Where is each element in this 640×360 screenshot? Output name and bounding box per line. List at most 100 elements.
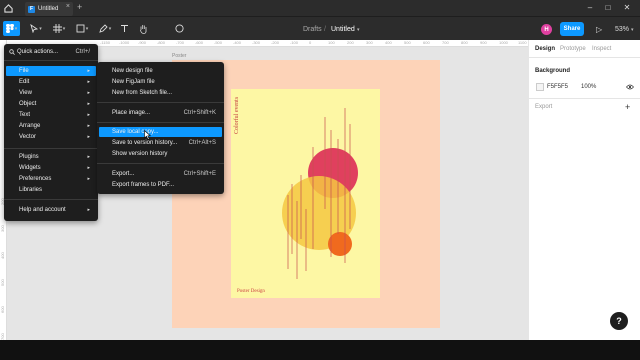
submenu-arrow-icon: ▸ [87,101,90,107]
minimize-icon[interactable]: – [585,3,595,12]
menu-item-export[interactable]: Export... Ctrl+Shift+E [99,169,222,179]
hand-icon [139,24,146,34]
ruler-tick-label: -600 [195,40,204,45]
ruler-tick-label: 0 [309,40,312,45]
menu-item-new-design-file[interactable]: New design file [99,66,222,76]
ruler-tick-label: 500 [404,40,411,45]
close-window-icon[interactable]: ✕ [622,3,632,12]
eye-icon[interactable] [626,84,634,90]
frame-tool-button[interactable]: ▾ [51,21,67,36]
background-hex-value[interactable]: F5F5F5 [547,84,568,90]
shape-tool-button[interactable]: ▾ [74,21,90,36]
zoom-chevron-icon[interactable]: ▾ [631,27,634,33]
background-section-title: Background [535,68,571,74]
ruler-tick-label: -700 [176,40,185,45]
play-icon[interactable]: ▷ [596,25,602,34]
ruler-tick-label: 300 [366,40,373,45]
main-menu: Quick actions... Ctrl+/ File ▸ Edit ▸ View ▸… [4,44,98,221]
menu-item-file[interactable]: File ▸ [6,66,96,76]
orange-circle[interactable] [328,232,352,256]
move-tool-button[interactable]: ▾ [28,21,44,36]
submenu-arrow-icon: ▸ [87,176,90,182]
submenu-arrow-icon: ▸ [87,134,90,140]
submenu-arrow-icon: ▸ [87,123,90,129]
menu-item-new-from-sketch[interactable]: New from Sketch file... [99,88,222,98]
ruler-tick-label: -1150 [100,40,110,45]
ruler-tick-label: -100 [290,40,299,45]
tab-untitled[interactable]: F Untitled × [25,2,73,16]
tab-design[interactable]: Design [535,46,555,52]
menu-item-save-to-version-history[interactable]: Save to version history... Ctrl+Alt+S [99,138,222,148]
hand-tool-button[interactable] [136,21,150,36]
menu-item-edit[interactable]: Edit ▸ [6,77,96,87]
main-menu-button[interactable]: ▾ [3,21,20,36]
menu-item-quick-actions[interactable]: Quick actions... Ctrl+/ [6,47,96,57]
avatar[interactable]: H [541,24,552,35]
background-color-swatch[interactable] [536,83,544,91]
cursor-icon [30,24,39,33]
submenu-arrow-icon: ▸ [87,165,90,171]
search-icon [9,49,15,55]
menu-divider [4,199,98,200]
menu-item-object[interactable]: Object ▸ [6,99,96,109]
ruler-tick-label: -800 [157,40,166,45]
tab-inspect[interactable]: Inspect [592,46,611,52]
home-icon[interactable] [4,4,13,13]
menu-item-vector[interactable]: Vector ▸ [6,132,96,142]
figma-file-icon: F [28,5,35,13]
text-tool-button[interactable] [118,21,130,36]
comment-tool-button[interactable] [172,21,186,36]
poster[interactable]: Colorful events Poster Design [231,89,380,298]
menu-item-show-version-history[interactable]: Show version history [99,149,222,159]
menu-item-preferences[interactable]: Preferences ▸ [6,174,96,184]
background-opacity-value[interactable]: 100% [581,84,596,90]
menu-item-export-frames-pdf[interactable]: Export frames to PDF... [99,180,222,190]
figma-logo-icon [5,23,14,33]
submenu-arrow-icon: ▸ [87,68,90,74]
frame-label[interactable]: Poster [172,53,186,59]
menu-item-text[interactable]: Text ▸ [6,110,96,120]
ruler-tick-label: 600 [0,306,5,313]
menu-item-help-and-account[interactable]: Help and account ▸ [6,205,96,215]
ruler-tick-label: 400 [0,252,5,259]
menu-item-arrange[interactable]: Arrange ▸ [6,121,96,131]
ruler-tick-label: 600 [423,40,430,45]
share-button[interactable]: Share [560,22,584,36]
menu-item-plugins[interactable]: Plugins ▸ [6,152,96,162]
submenu-arrow-icon: ▸ [87,154,90,160]
maximize-icon[interactable]: □ [603,3,613,12]
ruler-tick-label: -300 [252,40,261,45]
ruler-tick-label: 100 [328,40,335,45]
ruler-tick-label: 800 [461,40,468,45]
poster-footer[interactable]: Poster Design [237,289,265,294]
tab-close-icon[interactable]: × [66,3,70,10]
zoom-level[interactable]: 53% [615,26,629,33]
add-tab-icon[interactable]: + [77,2,82,12]
help-button[interactable]: ? [610,312,628,330]
ruler-tick-label: -400 [233,40,242,45]
menu-divider [97,122,224,123]
breadcrumb-separator: / [324,26,326,33]
menu-item-view[interactable]: View ▸ [6,88,96,98]
pen-tool-button[interactable]: ▾ [97,21,113,36]
file-name[interactable]: Untitled [331,26,355,33]
menu-divider [4,60,98,61]
file-submenu: New design file New FigJam file New from… [97,62,224,194]
submenu-arrow-icon: ▸ [87,90,90,96]
menu-item-new-figjam-file[interactable]: New FigJam file [99,77,222,87]
menu-divider [97,102,224,103]
breadcrumb-project[interactable]: Drafts [303,26,322,33]
poster-title[interactable]: Colorful events [234,97,240,134]
file-menu-chevron-icon[interactable]: ▾ [357,27,360,33]
ruler-tick-label: 700 [442,40,449,45]
menu-item-libraries[interactable]: Libraries [6,185,96,195]
ruler-tick-label: -900 [138,40,147,45]
menu-item-place-image[interactable]: Place image... Ctrl+Shift+K [99,108,222,118]
menu-item-save-local-copy[interactable]: Save local copy... [99,127,222,137]
menu-item-widgets[interactable]: Widgets ▸ [6,163,96,173]
submenu-arrow-icon: ▸ [87,112,90,118]
poster-artwork[interactable] [231,89,380,298]
frame-icon [52,24,62,33]
tab-prototype[interactable]: Prototype [560,46,586,52]
add-export-icon[interactable]: + [625,102,630,112]
